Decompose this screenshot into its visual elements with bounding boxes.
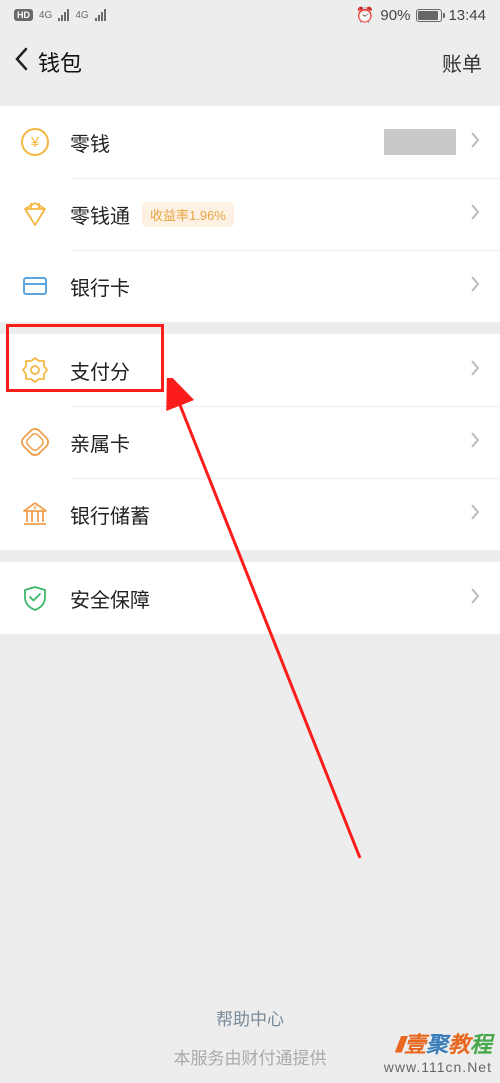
list-group-3: 安全保障: [0, 562, 500, 634]
item-balance[interactable]: ¥ 零钱: [0, 106, 500, 178]
back-icon[interactable]: [14, 47, 28, 78]
battery-percent: 90%: [380, 7, 410, 24]
item-familycard[interactable]: 亲属卡: [0, 406, 500, 478]
page-title: 钱包: [38, 46, 82, 78]
item-bankcard[interactable]: 银行卡: [0, 250, 500, 322]
balance-value-hidden: [384, 129, 456, 155]
status-left: HD 4G 4G: [14, 9, 106, 21]
watermark-brand: ///壹聚教程: [384, 1027, 492, 1059]
chevron-right-icon: [470, 587, 480, 610]
list-group-2: 支付分 亲属卡 ¥ 银行储蓄: [0, 334, 500, 550]
network-2: 4G: [75, 10, 88, 21]
battery-icon: [416, 9, 442, 22]
watermark-url: www.111cn.Net: [384, 1059, 492, 1075]
hd-badge: HD: [14, 9, 33, 21]
yield-tag: 收益率1.96%: [142, 202, 234, 227]
card-icon: [20, 271, 50, 301]
item-savings[interactable]: ¥ 银行储蓄: [0, 478, 500, 550]
item-label: 支付分: [70, 356, 130, 385]
signal-icon-1: [58, 9, 69, 21]
svg-text:¥: ¥: [30, 134, 40, 151]
chevron-right-icon: [470, 431, 480, 454]
item-label: 零钱: [70, 128, 110, 157]
chevron-right-icon: [470, 359, 480, 382]
item-label: 亲属卡: [70, 428, 130, 457]
signal-icon-2: [95, 9, 106, 21]
alarm-icon: ⏰: [356, 6, 375, 24]
item-label: 银行储蓄: [70, 500, 150, 529]
network-1: 4G: [39, 10, 52, 21]
bills-button[interactable]: 账单: [442, 48, 482, 77]
chevron-right-icon: [470, 275, 480, 298]
status-bar: HD 4G 4G ⏰ 90% 13:44: [0, 0, 500, 30]
item-security[interactable]: 安全保障: [0, 562, 500, 634]
item-label: 银行卡: [70, 272, 130, 301]
watermark: ///壹聚教程 www.111cn.Net: [384, 1027, 492, 1075]
balance-icon: ¥: [20, 127, 50, 157]
chevron-right-icon: [470, 203, 480, 226]
clock-time: 13:44: [448, 7, 486, 24]
item-lqt[interactable]: 零钱通 收益率1.96%: [0, 178, 500, 250]
item-payscore[interactable]: 支付分: [0, 334, 500, 406]
bank-icon: ¥: [20, 499, 50, 529]
chevron-right-icon: [470, 503, 480, 526]
shield-icon: [20, 583, 50, 613]
badge-icon: [20, 355, 50, 385]
hearts-icon: [20, 427, 50, 457]
list-group-1: ¥ 零钱 零钱通 收益率1.96% 银行卡: [0, 106, 500, 322]
status-right: ⏰ 90% 13:44: [356, 6, 486, 24]
chevron-right-icon: [470, 131, 480, 154]
item-label: 安全保障: [70, 584, 150, 613]
header: 钱包 账单: [0, 30, 500, 94]
diamond-icon: [20, 199, 50, 229]
item-label: 零钱通: [70, 200, 130, 229]
